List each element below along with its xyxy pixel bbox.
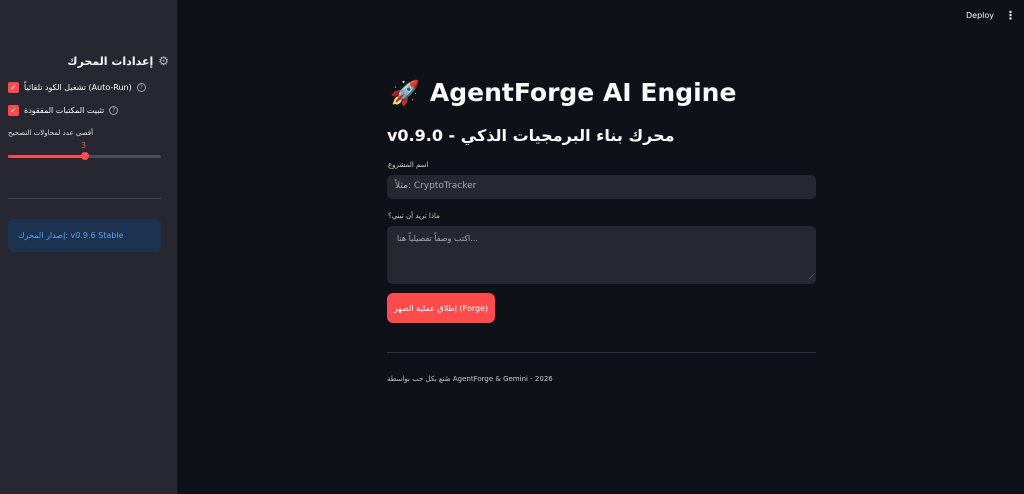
page-title-text: AgentForge AI Engine — [429, 78, 737, 107]
auto-run-label: تشغيل الكود تلقائياً (Auto-Run) — [24, 82, 132, 92]
project-name-input[interactable]: مثلاً: CryptoTracker — [387, 175, 816, 199]
sidebar: إعدادات المحرك ⚙ ✓ تشغيل الكود تلقائياً … — [0, 0, 177, 494]
goal-label: ماذا تريد أن تبني؟ — [388, 212, 440, 220]
forge-button[interactable]: إطلاق عملية الصهر (Forge) — [387, 293, 495, 323]
project-name-placeholder: مثلاً: CryptoTracker — [395, 181, 477, 191]
project-name-label: اسم المشروع — [388, 161, 429, 169]
deploy-button[interactable]: Deploy — [966, 11, 994, 20]
version-info-text: إصدار المحرك: v0.9.6 Stable — [18, 231, 124, 240]
help-icon[interactable]: ? — [136, 82, 146, 92]
footer-text: صُنع بكل حب بواسطة AgentForge & Gemini -… — [387, 375, 553, 383]
help-icon[interactable]: ? — [109, 105, 119, 115]
main-divider — [387, 352, 816, 353]
retries-slider[interactable] — [8, 152, 161, 160]
gear-icon: ⚙ — [158, 54, 169, 68]
sidebar-title: إعدادات المحرك — [67, 54, 154, 68]
install-libs-checkbox-row[interactable]: ✓ تثبيت المكتبات المفقودة ? — [8, 103, 119, 117]
goal-placeholder: اكتب وصفاً تفصيلياً هنا... — [397, 234, 478, 243]
version-info-box: إصدار المحرك: v0.9.6 Stable — [8, 219, 161, 252]
page-subtitle: v0.9.0 - محرك بناء البرمجيات الذكي — [387, 126, 675, 145]
slider-thumb[interactable] — [80, 152, 89, 160]
slider-fill — [8, 155, 85, 158]
auto-run-checkbox[interactable]: ✓ — [8, 81, 19, 93]
goal-textarea[interactable]: اكتب وصفاً تفصيلياً هنا... ⟋ — [387, 226, 816, 284]
retries-slider-label: أقصى عدد لمحاولات التصحيح — [8, 129, 94, 137]
kebab-menu-icon[interactable]: ⋮ — [1005, 9, 1016, 22]
sidebar-header: إعدادات المحرك ⚙ — [8, 54, 169, 68]
install-libs-label: تثبيت المكتبات المفقودة — [24, 105, 105, 115]
sidebar-divider — [8, 198, 161, 199]
page-title: 🚀 AgentForge AI Engine — [390, 78, 736, 107]
auto-run-checkbox-row[interactable]: ✓ تشغيل الكود تلقائياً (Auto-Run) ? — [8, 80, 146, 94]
retries-slider-value: 3 — [81, 141, 87, 150]
install-libs-checkbox[interactable]: ✓ — [8, 104, 19, 116]
rocket-icon: 🚀 — [390, 78, 420, 107]
resize-handle-icon[interactable]: ⟋ — [809, 273, 814, 282]
